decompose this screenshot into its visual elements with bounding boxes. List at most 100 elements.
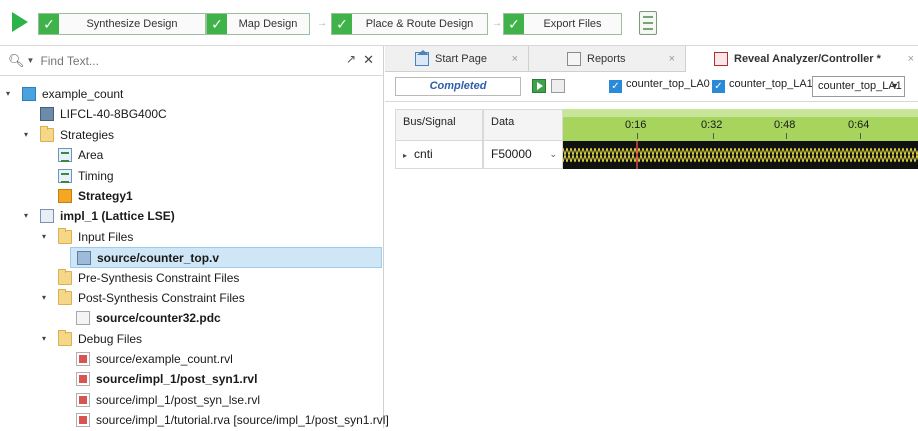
home-icon	[415, 50, 429, 66]
flow-list-icon[interactable]	[639, 11, 657, 35]
device-chip-icon	[40, 107, 54, 122]
signal-data-cell[interactable]: F50000 ⌄	[483, 141, 563, 169]
tab-start-page[interactable]: Start Page ×	[385, 46, 529, 72]
tree-item-area[interactable]: Area	[0, 145, 384, 165]
expand-icon[interactable]: ▾	[24, 206, 28, 226]
tree-item-strategies[interactable]: ▾ Strategies	[0, 125, 384, 145]
project-icon	[22, 87, 36, 101]
rva-file-icon	[76, 413, 90, 428]
tree-item-label: Strategy1	[78, 188, 133, 203]
tree-item-label: impl_1 (Lattice LSE)	[60, 209, 175, 224]
rvl-file-icon	[76, 372, 90, 387]
tree-item-post-synth-constraints[interactable]: ▾ Post-Synthesis Constraint Files	[0, 288, 384, 308]
close-tab-icon[interactable]: ×	[512, 46, 518, 72]
expand-icon[interactable]: ▾	[6, 84, 10, 104]
step-synthesize[interactable]: ✓ Synthesize Design	[38, 13, 206, 35]
tree-item-label: source/example_count.rvl	[96, 352, 233, 367]
chevron-down-icon[interactable]: ⌄	[549, 141, 557, 168]
waveform-trace[interactable]	[563, 141, 918, 169]
find-bar: 🔍︎ ▼ ↗ ✕	[0, 46, 384, 76]
step-export[interactable]: ✓ Export Files	[503, 13, 622, 35]
tree-item-counter32-pdc[interactable]: source/counter32.pdc	[0, 308, 384, 328]
float-panel-icon[interactable]: ↗	[346, 52, 356, 66]
tree-item-project[interactable]: ▾ example_count	[0, 84, 384, 104]
tree-item-counter-top-v[interactable]: source/counter_top.v	[70, 247, 382, 268]
run-status: Completed	[395, 77, 521, 96]
tree-item-timing[interactable]: Timing	[0, 166, 384, 186]
tree-item-post-syn1-rvl[interactable]: source/impl_1/post_syn1.rvl	[0, 369, 384, 389]
rvl-file-icon	[76, 352, 90, 367]
core-select[interactable]: counter_top_LA1 ▼	[812, 76, 905, 97]
tree-item-post-syn-lse-rvl[interactable]: source/impl_1/post_syn_lse.rvl	[0, 390, 384, 410]
tree-item-label: source/counter_top.v	[97, 251, 220, 266]
editor-tabs: Start Page × Reports × Reveal Analyzer/C…	[385, 46, 918, 72]
tick-mark	[786, 133, 787, 139]
verilog-file-icon	[77, 251, 91, 266]
waveform-svg	[563, 141, 918, 169]
editor-area: Start Page × Reports × Reveal Analyzer/C…	[385, 46, 918, 428]
tree-item-example-count-rvl[interactable]: source/example_count.rvl	[0, 349, 384, 369]
tree-item-label: LIFCL-40-8BG400C	[60, 107, 167, 122]
signal-name: cnti	[414, 147, 433, 161]
tree-item-label: Pre-Synthesis Constraint Files	[78, 270, 240, 285]
checkbox-la0-label: counter_top_LA0	[626, 78, 710, 90]
expand-icon[interactable]: ▾	[42, 288, 46, 308]
checkbox-la1[interactable]: ✓	[712, 80, 725, 93]
tree-item-label: source/impl_1/tutorial.rva [source/impl_…	[96, 413, 389, 428]
tick-label: 0:32	[701, 119, 723, 131]
close-tab-icon[interactable]: ×	[908, 46, 914, 72]
tree-item-input-files[interactable]: ▾ Input Files	[0, 227, 384, 247]
close-icon[interactable]: ✕	[363, 52, 374, 68]
checkbox-la0[interactable]: ✓	[609, 80, 622, 93]
reveal-icon	[714, 52, 728, 66]
bus-wave	[563, 147, 918, 163]
active-strategy-icon	[58, 188, 72, 203]
column-bus-signal[interactable]: Bus/Signal	[395, 109, 483, 141]
tree-item-label: example_count	[42, 87, 124, 101]
tab-reveal-analyzer[interactable]: Reveal Analyzer/Controller * ×	[686, 46, 918, 72]
waveform-header: Bus/Signal Data 0:16 0:32 0:48 0:64	[395, 109, 918, 141]
tree-item-impl[interactable]: ▾ impl_1 (Lattice LSE)	[0, 206, 384, 226]
expand-icon[interactable]: ▾	[24, 125, 28, 145]
signal-name-cell: ▸ cnti	[395, 141, 483, 169]
flow-toolbar: ✓ Synthesize Design → ✓ Map Design → ✓ P…	[0, 0, 918, 46]
tree-item-strategy1[interactable]: Strategy1	[0, 186, 384, 206]
close-tab-icon[interactable]: ×	[669, 46, 675, 72]
column-data[interactable]: Data	[483, 109, 563, 141]
search-icon[interactable]: 🔍︎	[8, 53, 25, 69]
manual-trigger-icon[interactable]	[551, 79, 565, 93]
chevron-down-icon: ▼	[890, 81, 899, 91]
step-place-route[interactable]: ✓ Place & Route Design	[331, 13, 488, 35]
run-trigger-icon[interactable]	[532, 79, 546, 93]
implementation-icon	[40, 209, 54, 224]
tree-item-label: source/counter32.pdc	[96, 311, 221, 326]
signal-row[interactable]: ▸ cnti F50000 ⌄	[395, 141, 918, 169]
tree-item-label: Debug Files	[78, 331, 143, 346]
step-map[interactable]: ✓ Map Design	[206, 13, 310, 35]
folder-icon	[40, 125, 54, 142]
expand-icon[interactable]: ▾	[42, 329, 46, 349]
run-all-icon[interactable]	[12, 12, 28, 32]
tick-label: 0:16	[625, 119, 647, 131]
tree-item-label: Post-Synthesis Constraint Files	[78, 290, 245, 305]
chevron-down-icon[interactable]: ▼	[27, 56, 35, 65]
tree-item-device[interactable]: LIFCL-40-8BG400C	[0, 104, 384, 124]
folder-icon	[58, 227, 72, 244]
search-input[interactable]	[38, 52, 339, 69]
tree-item-pre-synth-constraints[interactable]: Pre-Synthesis Constraint Files	[0, 268, 384, 288]
expand-icon[interactable]: ▸	[403, 151, 407, 160]
controller-toolbar: Completed ✓ counter_top_LA0 ✓ counter_to…	[385, 72, 918, 102]
report-icon	[567, 52, 581, 66]
arrow-icon: →	[317, 18, 327, 29]
expand-icon[interactable]: ▾	[42, 227, 46, 247]
tick-mark	[860, 133, 861, 139]
checkbox-la1-label: counter_top_LA1	[729, 78, 813, 90]
time-ruler[interactable]: 0:16 0:32 0:48 0:64	[563, 109, 918, 141]
tab-reports[interactable]: Reports ×	[529, 46, 686, 72]
file-list-panel: 🔍︎ ▼ ↗ ✕ ▾ example_count LIFCL-40-8BG400…	[0, 46, 389, 428]
tab-label: Start Page	[435, 53, 487, 65]
step-label: Synthesize Design	[86, 18, 178, 30]
folder-icon	[58, 268, 72, 285]
tree-item-debug-files[interactable]: ▾ Debug Files	[0, 329, 384, 349]
tab-label: Reveal Analyzer/Controller *	[734, 53, 881, 65]
